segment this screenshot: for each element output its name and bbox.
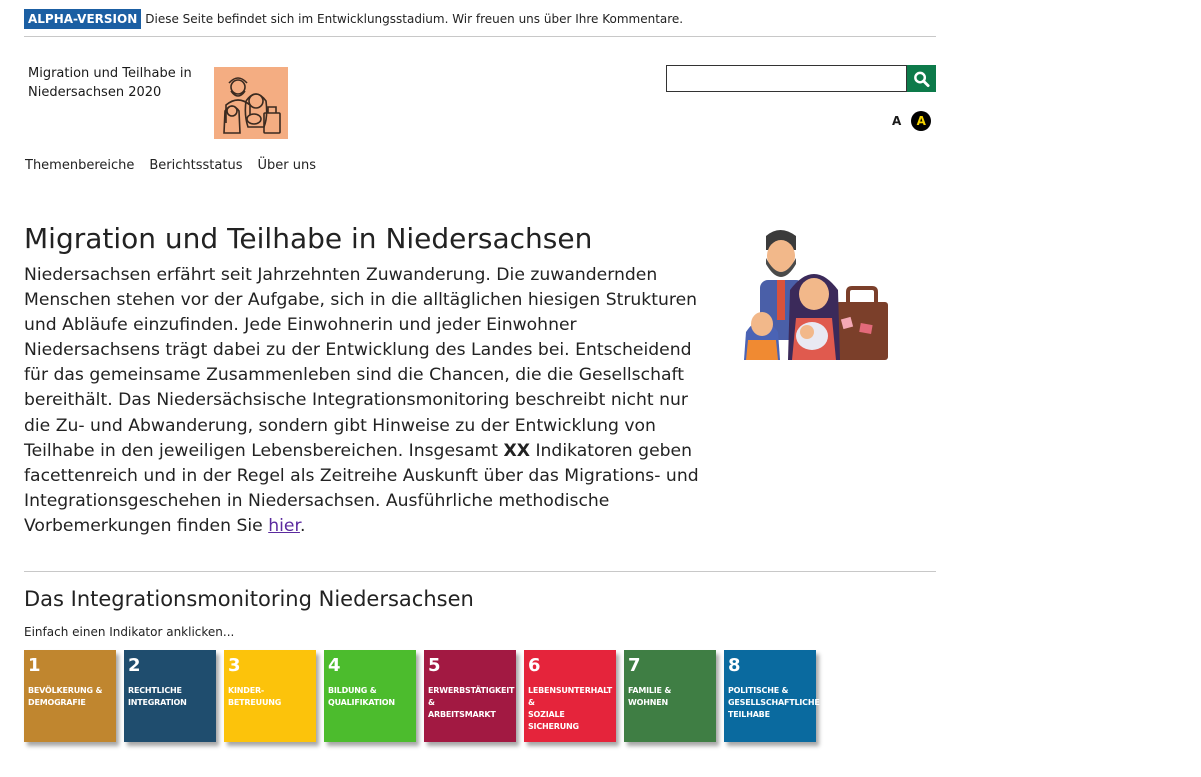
alpha-badge: ALPHA-VERSION [24,9,142,29]
intro-text-part: . [299,515,306,536]
indicator-count: XX [503,440,530,461]
tile-label: ERWERBSTÄTIGKEIT & ARBEITSMARKT [428,686,515,719]
search-button[interactable] [907,65,936,92]
section-hint: Einfach einen Indikator anklicken... [24,625,235,639]
tile-number: 8 [728,655,741,676]
tile-label: LEBENSUNTERHALT & SOZIALE SICHERUNG [528,686,612,731]
main-nav: Themenbereiche Berichtsstatus Über uns [25,158,316,173]
indicator-tile-5[interactable]: 5 ERWERBSTÄTIGKEIT & ARBEITSMARKT [424,650,516,742]
tile-label: BILDUNG & QUALIFIKATION [328,686,395,707]
tile-number: 6 [528,655,541,676]
tile-number: 1 [28,655,41,676]
alpha-banner: ALPHA-VERSION Diese Seite befindet sich … [24,9,683,29]
divider [24,571,936,572]
search-bar [666,65,936,92]
family-logo-icon[interactable] [214,67,288,139]
tile-number: 3 [228,655,241,676]
tile-number: 4 [328,655,341,676]
site-title[interactable]: Migration und Teilhabe in Niedersachsen … [28,64,208,102]
family-illustration-icon [744,230,888,360]
site-title-line-2: Niedersachsen 2020 [28,85,162,100]
tile-number: 2 [128,655,141,676]
intro-paragraph: Niedersachsen erfährt seit Jahrzehnten Z… [24,263,710,539]
indicator-tile-2[interactable]: 2 RECHTLICHE INTEGRATION [124,650,216,742]
search-icon [914,71,930,87]
tile-number: 5 [428,655,441,676]
tile-number: 7 [628,655,641,676]
intro-text-part: Niedersachsen erfährt seit Jahrzehnten Z… [24,265,698,461]
nav-item-berichtsstatus[interactable]: Berichtsstatus [149,158,242,173]
divider [24,36,936,37]
tile-label: POLITISCHE & GESELLSCHAFTLICHE TEILHABE [728,686,820,719]
indicator-tile-4[interactable]: 4 BILDUNG & QUALIFIKATION [324,650,416,742]
contrast-toggle[interactable]: A [911,111,932,131]
indicator-tile-1[interactable]: 1 BEVÖLKERUNG & DEMOGRAFIE [24,650,116,742]
indicator-tile-3[interactable]: 3 KINDER- BETREUUNG [224,650,316,742]
indicator-tile-6[interactable]: 6 LEBENSUNTERHALT & SOZIALE SICHERUNG [524,650,616,742]
page-title: Migration und Teilhabe in Niedersachsen [24,222,593,255]
nav-item-themenbereiche[interactable]: Themenbereiche [25,158,134,173]
accessibility-controls: A A [892,111,932,131]
tile-label: RECHTLICHE INTEGRATION [128,686,187,707]
indicator-tiles: 1 BEVÖLKERUNG & DEMOGRAFIE 2 RECHTLICHE IN… [24,650,824,742]
font-size-toggle[interactable]: A [892,114,901,128]
tile-label: BEVÖLKERUNG & DEMOGRAFIE [28,686,103,707]
site-title-line-1: Migration und Teilhabe in [28,66,192,81]
tile-label: KINDER- BETREUUNG [228,686,282,707]
nav-item-ueber-uns[interactable]: Über uns [257,158,316,173]
tile-label: FAMILIE & WOHNEN [628,686,672,707]
section-title: Das Integrationsmonitoring Niedersachsen [24,587,474,611]
methodology-link[interactable]: hier [268,516,300,536]
indicator-tile-8[interactable]: 8 POLITISCHE & GESELLSCHAFTLICHE TEILHABE [724,650,820,742]
alpha-notice: Diese Seite befindet sich im Entwicklung… [145,12,684,26]
search-input[interactable] [666,65,907,92]
indicator-tile-7[interactable]: 7 FAMILIE & WOHNEN [624,650,716,742]
